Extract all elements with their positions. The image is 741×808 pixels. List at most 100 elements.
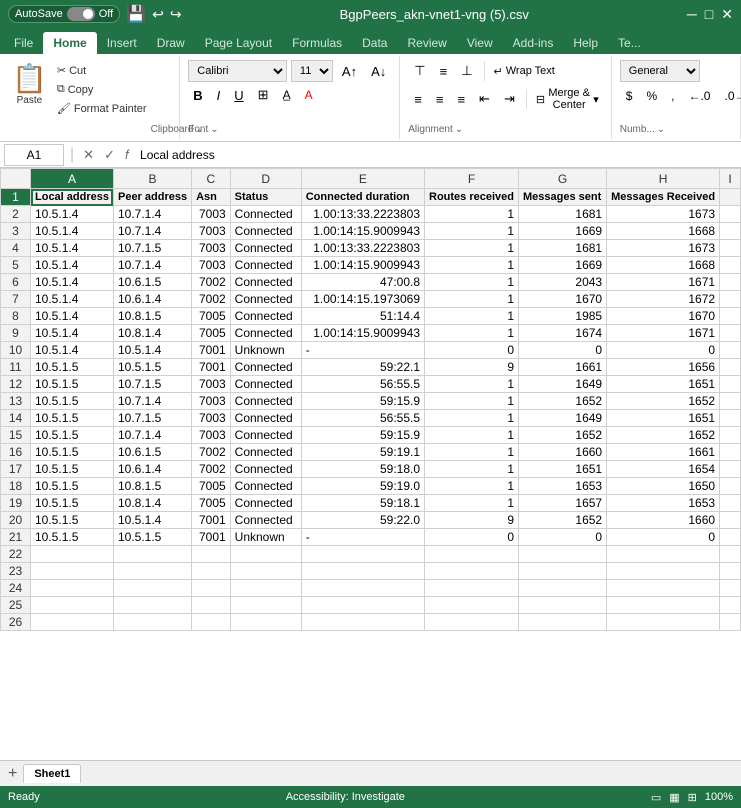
- cell-r13-c6[interactable]: 1: [425, 393, 519, 410]
- cell-r13-c4[interactable]: Connected: [230, 393, 301, 410]
- cell-r5-c2[interactable]: 10.7.1.4: [113, 257, 191, 274]
- add-sheet-button[interactable]: +: [4, 765, 21, 783]
- tab-formulas[interactable]: Formulas: [282, 32, 352, 54]
- autosave-badge[interactable]: AutoSave Off: [8, 5, 120, 23]
- cell-r25-c2[interactable]: [113, 597, 191, 614]
- tab-file[interactable]: File: [4, 32, 43, 54]
- cell-r6-c6[interactable]: 1: [425, 274, 519, 291]
- header-cell-5[interactable]: Connected duration: [301, 189, 424, 206]
- cell-r6-c9[interactable]: [720, 274, 741, 291]
- cell-r11-c3[interactable]: 7001: [192, 359, 231, 376]
- cell-r6-c1[interactable]: 10.5.1.4: [31, 274, 114, 291]
- number-expand-icon[interactable]: ⌄: [657, 124, 665, 135]
- cell-r20-c7[interactable]: 1652: [519, 512, 607, 529]
- cell-r11-c6[interactable]: 9: [425, 359, 519, 376]
- cell-r12-c5[interactable]: 56:55.5: [301, 376, 424, 393]
- cell-r5-c8[interactable]: 1668: [607, 257, 720, 274]
- cell-r10-c9[interactable]: [720, 342, 741, 359]
- view-break-btn[interactable]: ⊞: [688, 791, 697, 804]
- cell-r15-c6[interactable]: 1: [425, 427, 519, 444]
- cell-r20-c9[interactable]: [720, 512, 741, 529]
- cell-r26-c8[interactable]: [607, 614, 720, 631]
- cell-r24-c2[interactable]: [113, 580, 191, 597]
- cell-r3-c6[interactable]: 1: [425, 223, 519, 240]
- cell-r26-c7[interactable]: [519, 614, 607, 631]
- cell-r19-c1[interactable]: 10.5.1.5: [31, 495, 114, 512]
- cell-r23-c8[interactable]: [607, 563, 720, 580]
- cut-button[interactable]: ✂ Cut: [53, 62, 151, 79]
- cell-r15-c4[interactable]: Connected: [230, 427, 301, 444]
- font-size-select[interactable]: 11: [291, 60, 333, 82]
- cell-r19-c2[interactable]: 10.8.1.4: [113, 495, 191, 512]
- copy-button[interactable]: ⧉ Copy: [53, 81, 151, 98]
- cell-r23-c1[interactable]: [31, 563, 114, 580]
- cell-r17-c6[interactable]: 1: [425, 461, 519, 478]
- merge-dropdown-icon[interactable]: ▾: [593, 93, 599, 106]
- cell-r21-c3[interactable]: 7001: [192, 529, 231, 546]
- cancel-formula-btn[interactable]: ✕: [80, 146, 97, 164]
- comma-btn[interactable]: ,: [665, 86, 680, 106]
- cell-r9-c5[interactable]: 1.00:14:15.9009943: [301, 325, 424, 342]
- cell-r26-c6[interactable]: [425, 614, 519, 631]
- redo-icon[interactable]: ↪: [170, 6, 182, 23]
- col-header-b[interactable]: B: [113, 169, 191, 189]
- cell-r22-c1[interactable]: [31, 546, 114, 563]
- cell-r8-c3[interactable]: 7005: [192, 308, 231, 325]
- cell-r25-c8[interactable]: [607, 597, 720, 614]
- cell-r16-c7[interactable]: 1660: [519, 444, 607, 461]
- cell-r24-c1[interactable]: [31, 580, 114, 597]
- cell-r15-c7[interactable]: 1652: [519, 427, 607, 444]
- cell-r17-c4[interactable]: Connected: [230, 461, 301, 478]
- cell-r10-c4[interactable]: Unknown: [230, 342, 301, 359]
- cell-r25-c5[interactable]: [301, 597, 424, 614]
- cell-r24-c3[interactable]: [192, 580, 231, 597]
- cell-r7-c5[interactable]: 1.00:14:15.1973069: [301, 291, 424, 308]
- cell-r2-c7[interactable]: 1681: [519, 206, 607, 223]
- cell-r17-c8[interactable]: 1654: [607, 461, 720, 478]
- cell-r5-c4[interactable]: Connected: [230, 257, 301, 274]
- cell-r25-c1[interactable]: [31, 597, 114, 614]
- cell-r25-c3[interactable]: [192, 597, 231, 614]
- cell-r5-c5[interactable]: 1.00:14:15.9009943: [301, 257, 424, 274]
- cell-r20-c4[interactable]: Connected: [230, 512, 301, 529]
- col-header-h[interactable]: H: [607, 169, 720, 189]
- cell-r20-c2[interactable]: 10.5.1.4: [113, 512, 191, 529]
- align-right-btn[interactable]: ≡: [451, 89, 471, 110]
- increase-font-btn[interactable]: A↑: [337, 62, 362, 81]
- increase-indent-btn[interactable]: ⇥: [498, 88, 521, 110]
- cell-r3-c4[interactable]: Connected: [230, 223, 301, 240]
- cell-r17-c3[interactable]: 7002: [192, 461, 231, 478]
- cell-r23-c6[interactable]: [425, 563, 519, 580]
- cell-r19-c9[interactable]: [720, 495, 741, 512]
- cell-r5-c1[interactable]: 10.5.1.4: [31, 257, 114, 274]
- cell-r18-c8[interactable]: 1650: [607, 478, 720, 495]
- tab-data[interactable]: Data: [352, 32, 397, 54]
- col-header-g[interactable]: G: [519, 169, 607, 189]
- font-expand-icon[interactable]: ⌄: [210, 124, 218, 135]
- cell-r20-c1[interactable]: 10.5.1.5: [31, 512, 114, 529]
- cell-r14-c9[interactable]: [720, 410, 741, 427]
- cell-r23-c5[interactable]: [301, 563, 424, 580]
- cell-r18-c3[interactable]: 7005: [192, 478, 231, 495]
- tab-page-layout[interactable]: Page Layout: [195, 32, 282, 54]
- cell-r18-c2[interactable]: 10.8.1.5: [113, 478, 191, 495]
- cell-r18-c7[interactable]: 1653: [519, 478, 607, 495]
- cell-r11-c1[interactable]: 10.5.1.5: [31, 359, 114, 376]
- cell-r5-c9[interactable]: [720, 257, 741, 274]
- cell-r6-c5[interactable]: 47:00.8: [301, 274, 424, 291]
- format-painter-button[interactable]: 🖌 Format Painter: [53, 100, 151, 117]
- alignment-expand-icon[interactable]: ⌄: [455, 124, 463, 135]
- autosave-toggle[interactable]: [67, 7, 95, 21]
- cell-r11-c7[interactable]: 1661: [519, 359, 607, 376]
- cell-r19-c3[interactable]: 7005: [192, 495, 231, 512]
- font-color-button[interactable]: A: [300, 86, 318, 104]
- cell-r17-c2[interactable]: 10.6.1.4: [113, 461, 191, 478]
- cell-r21-c5[interactable]: -: [301, 529, 424, 546]
- cell-r22-c6[interactable]: [425, 546, 519, 563]
- cell-r13-c1[interactable]: 10.5.1.5: [31, 393, 114, 410]
- cell-r3-c8[interactable]: 1668: [607, 223, 720, 240]
- font-name-select[interactable]: Calibri: [188, 60, 287, 82]
- cell-r15-c5[interactable]: 59:15.9: [301, 427, 424, 444]
- cell-r3-c2[interactable]: 10.7.1.4: [113, 223, 191, 240]
- cell-r7-c4[interactable]: Connected: [230, 291, 301, 308]
